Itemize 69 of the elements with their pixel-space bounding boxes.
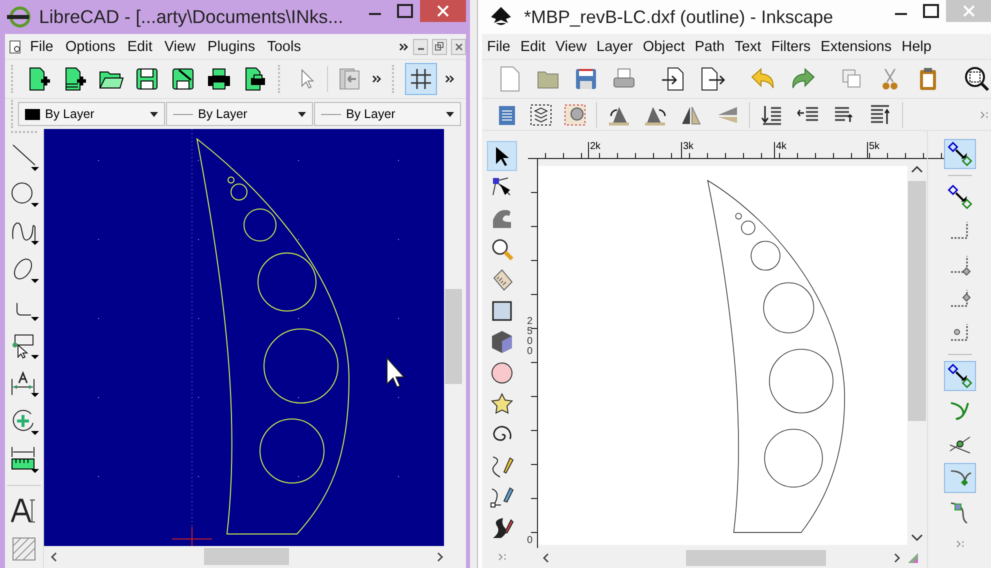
menu-item[interactable]: Options <box>60 38 120 54</box>
window-title: LibreCAD - [...arty\Documents\INks... <box>39 6 344 28</box>
close-button[interactable] <box>420 0 466 22</box>
restore-icon <box>435 42 444 51</box>
menu-item[interactable]: Object <box>638 38 690 54</box>
menu-item[interactable]: Plugins <box>202 38 260 54</box>
cusp-snap-icon[interactable] <box>944 463 976 493</box>
line-width-dropdown[interactable]: By Layer <box>166 102 313 126</box>
restore-button[interactable] <box>432 38 447 54</box>
mouse-pointer-icon <box>386 356 406 388</box>
scroll-left-icon[interactable] <box>50 552 58 562</box>
snap-nodes-snap-icon[interactable] <box>944 361 976 391</box>
color-dropdown[interactable]: By Layer <box>18 102 165 126</box>
snap-snap-icon[interactable] <box>944 139 976 169</box>
overflow-chevron-icon[interactable] <box>372 74 382 84</box>
scroll-right-icon[interactable] <box>436 552 444 562</box>
dropdown-caret-icon <box>150 112 158 116</box>
maximize-icon <box>397 4 413 18</box>
ruler-label: 0 <box>526 536 532 546</box>
minimize-icon <box>369 13 381 15</box>
menu-item[interactable]: Text <box>730 38 766 54</box>
maximize-icon <box>923 4 939 18</box>
scroll-up-icon[interactable] <box>911 165 924 173</box>
ruler-label: 2k <box>588 142 681 158</box>
menu-item[interactable]: Tools <box>262 38 306 54</box>
menu-item[interactable]: Path <box>690 38 730 54</box>
menu-item[interactable]: View <box>550 38 592 54</box>
scrollbar-thumb[interactable] <box>204 548 289 565</box>
close-icon <box>962 4 976 18</box>
scroll-right-icon[interactable] <box>893 553 901 563</box>
menu-item[interactable]: View <box>159 38 201 54</box>
fill-stroke-icon[interactable] <box>562 102 588 128</box>
menu-item[interactable]: File <box>25 38 58 54</box>
window-title: *MBP_revB-LC.dxf (outline) - Inkscape <box>524 6 834 28</box>
menu-item[interactable]: Filters <box>766 38 816 54</box>
color-manage-icon[interactable] <box>907 552 919 564</box>
minimize-icon <box>895 13 907 15</box>
overflow-chevron-icon[interactable] <box>445 74 455 84</box>
dimension-tool-icon[interactable] <box>9 369 39 399</box>
app-logo-icon <box>7 5 33 29</box>
ruler-label: 3k <box>681 142 774 158</box>
ruler-label: 4k <box>774 142 867 158</box>
close-icon <box>436 4 450 18</box>
close-icon <box>454 42 462 50</box>
menu-item[interactable]: Extensions <box>816 38 897 54</box>
menu-item[interactable]: Edit <box>515 38 550 54</box>
menu-item[interactable]: Edit <box>122 38 158 54</box>
document-icon <box>9 40 23 54</box>
ruler-label: 2500 <box>526 317 532 357</box>
scrollbar-thumb[interactable] <box>444 289 462 384</box>
measure-tool-icon[interactable] <box>9 445 39 475</box>
scrollbar-thumb[interactable] <box>686 550 826 566</box>
menu-item[interactable]: Help <box>896 38 936 54</box>
crosshair-icon <box>172 526 212 546</box>
scrollbar-thumb[interactable] <box>908 181 926 421</box>
menu-item[interactable]: File <box>482 38 516 54</box>
line-type-dropdown[interactable]: By Layer <box>314 102 461 126</box>
dropdown-caret-icon <box>298 112 306 116</box>
selector-tool-icon[interactable] <box>487 141 517 171</box>
grid-icon[interactable] <box>405 63 437 95</box>
scroll-left-icon[interactable] <box>542 553 550 563</box>
menu-item[interactable]: Layer <box>592 38 638 54</box>
layers-icon[interactable] <box>528 102 554 128</box>
scroll-down-icon[interactable] <box>911 534 924 542</box>
app-logo-icon <box>490 6 512 28</box>
dropdown-caret-icon <box>446 112 454 116</box>
overflow-chevron-icon[interactable] <box>399 42 409 52</box>
close-button[interactable] <box>451 38 466 54</box>
zoom-selection-icon[interactable] <box>962 64 991 94</box>
